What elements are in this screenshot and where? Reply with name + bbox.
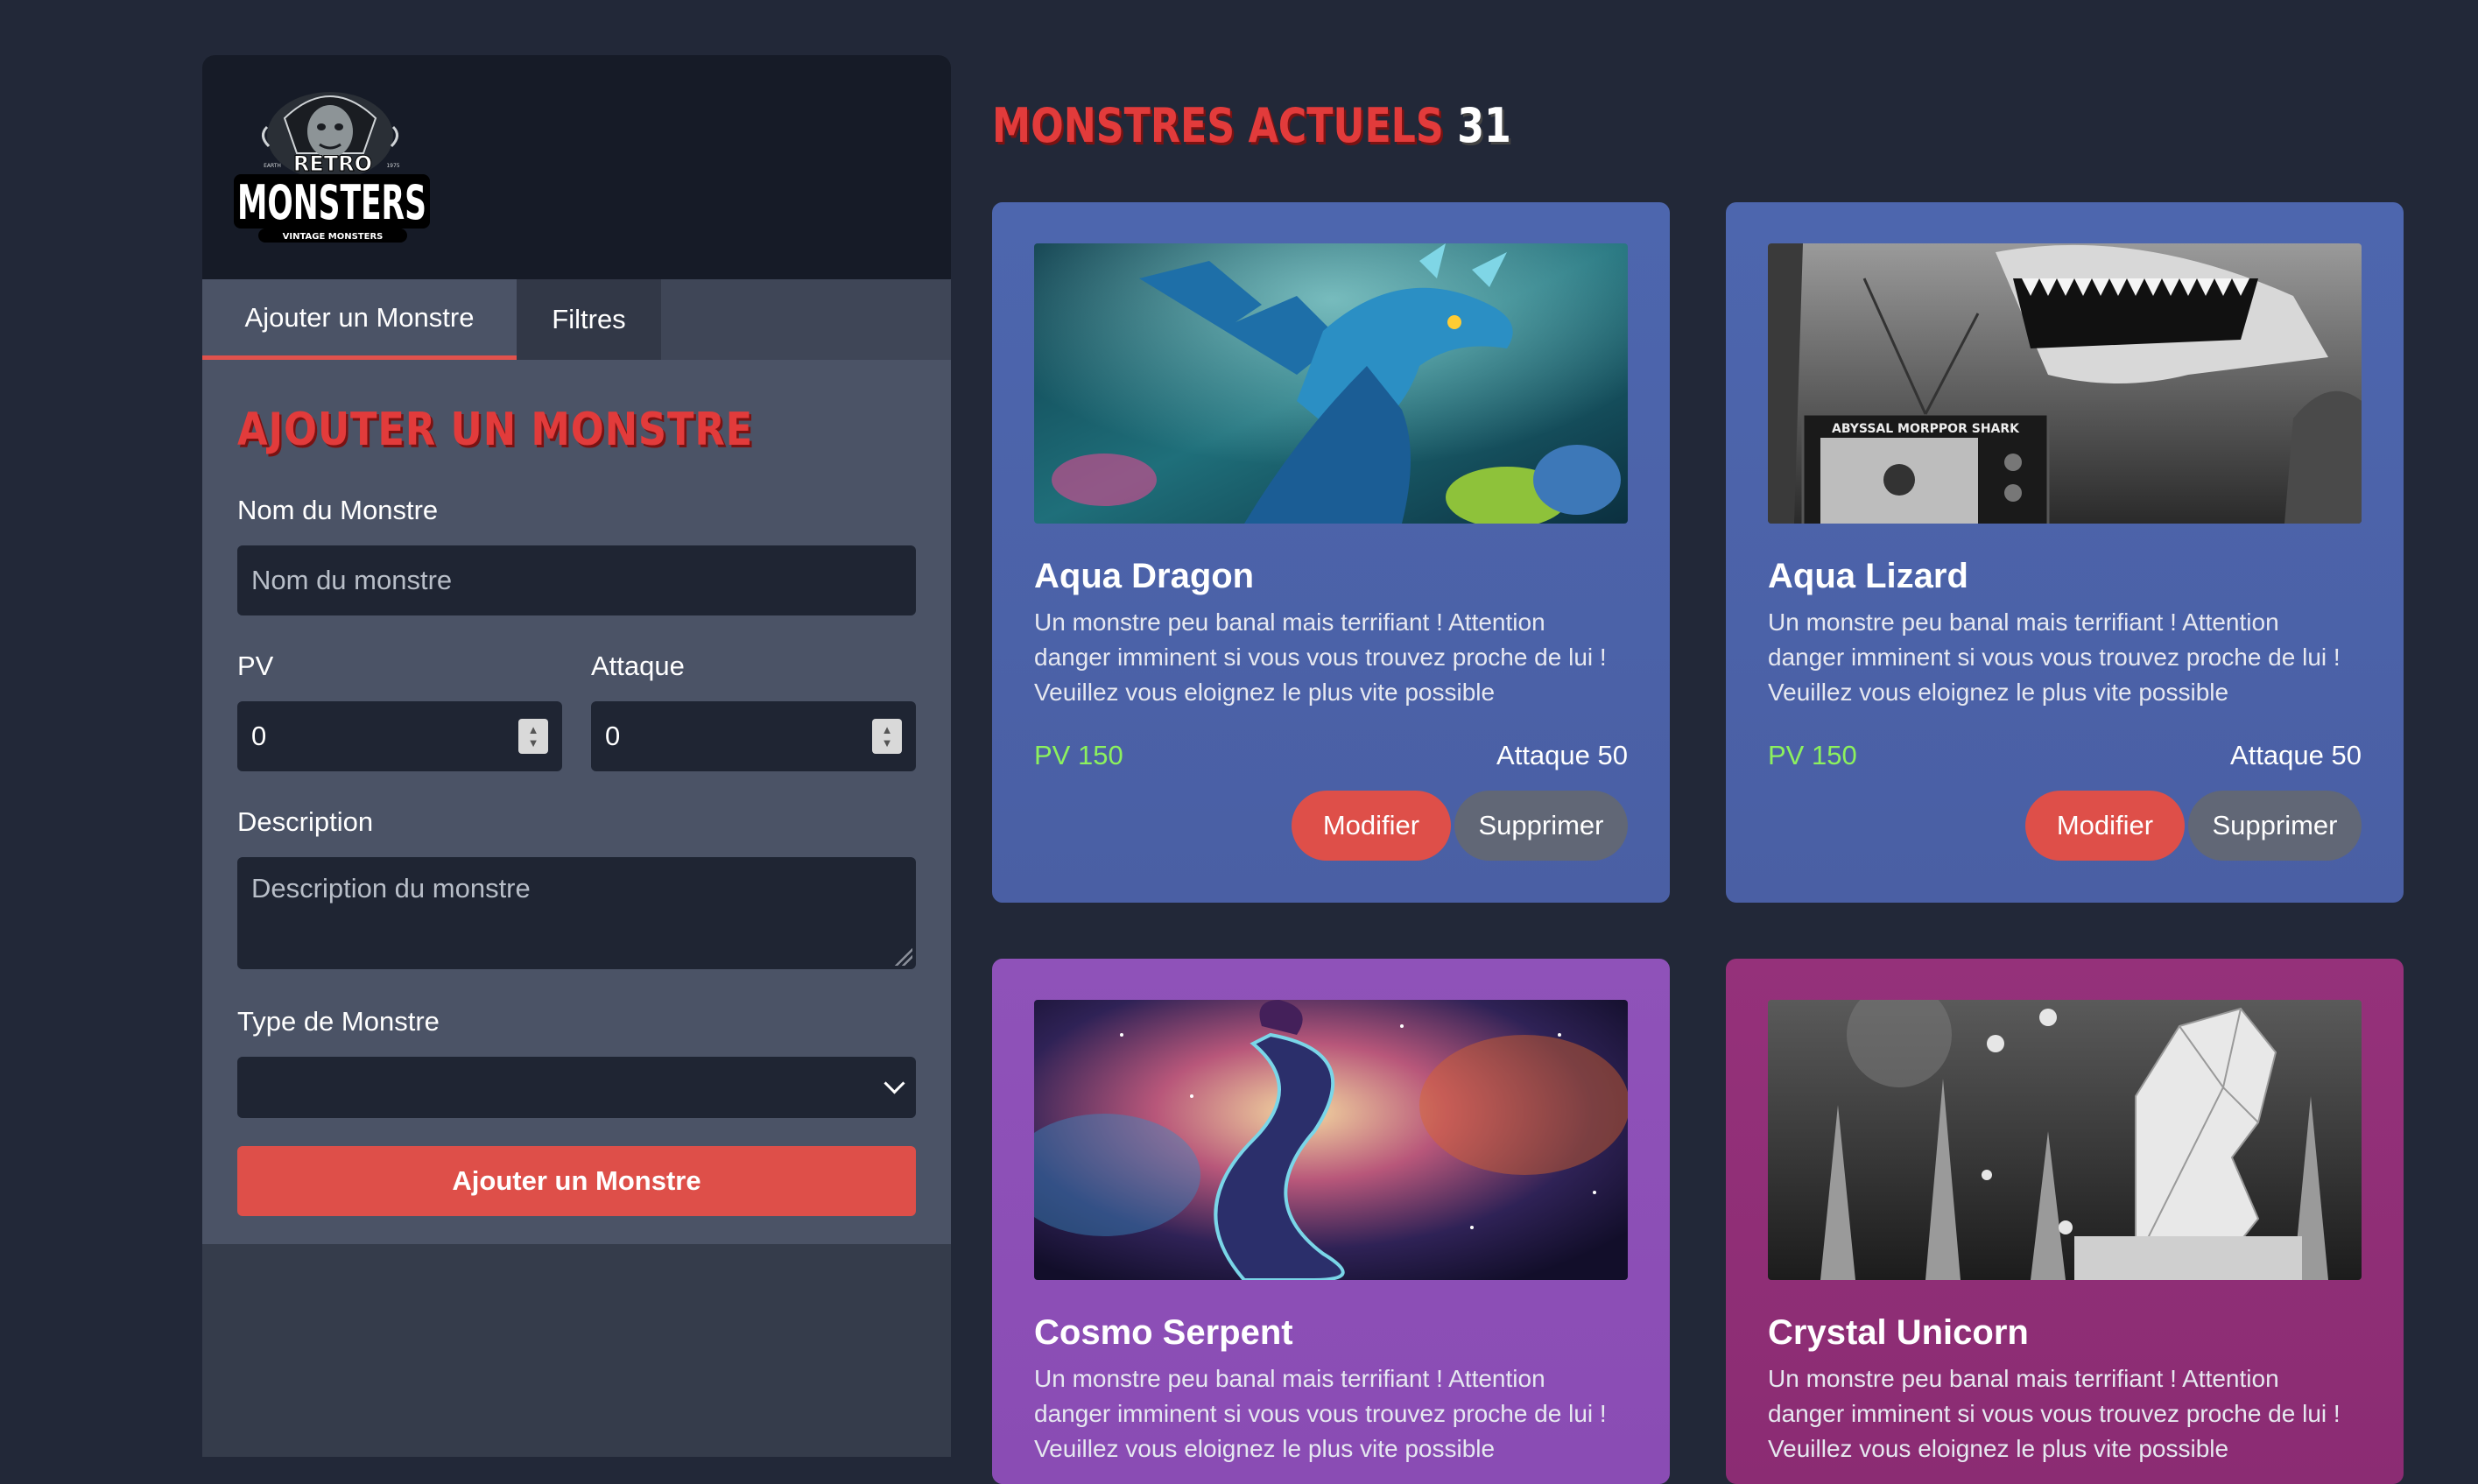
attack-input[interactable]: 0 ▲ ▼ (591, 701, 916, 771)
monster-name: Cosmo Serpent (1034, 1313, 1293, 1352)
sidebar: RETRO EARTH 1975 MONSTERS VINTAGE MONSTE… (202, 55, 951, 1457)
pv-value: 0 (251, 721, 267, 751)
chevron-down-icon (883, 1073, 905, 1094)
monster-type-select[interactable] (237, 1057, 916, 1118)
tv-screen-text: ABYSSAL MORPPOR SHARK (1832, 422, 2020, 436)
delete-button[interactable]: Supprimer (1454, 791, 1628, 861)
monster-name: Aqua Dragon (1034, 557, 1255, 595)
monster-count: 31 (1457, 98, 1511, 153)
monster-image (1768, 1000, 2362, 1280)
delete-button[interactable]: Supprimer (2188, 791, 2362, 861)
monster-name-placeholder: Nom du monstre (251, 565, 453, 595)
attack-label: Attaque (591, 651, 685, 681)
spin-down-icon[interactable]: ▼ (528, 736, 539, 749)
monster-image: ABYSSAL MORPPOR SHARK (1768, 243, 2362, 524)
attack-column: Attaque 0 ▲ ▼ (591, 651, 916, 771)
monster-stats: PV 150 Attaque 50 (1768, 740, 2362, 771)
monster-stats: PV 150 Attaque 50 (1034, 740, 1628, 771)
name-label: Nom du Monstre (237, 495, 439, 525)
attack-spinner[interactable]: ▲ ▼ (872, 719, 902, 754)
monster-description: Un monstre peu banal mais terrifiant ! A… (1034, 608, 1607, 706)
monster-card: Aqua Dragon Un monstre peu banal mais te… (992, 202, 1670, 903)
resize-handle-icon[interactable] (895, 948, 912, 966)
card-actions: Modifier Supprimer (1768, 791, 2362, 861)
add-monster-button[interactable]: Ajouter un Monstre (237, 1146, 916, 1216)
logo-area: RETRO EARTH 1975 MONSTERS VINTAGE MONSTE… (202, 55, 951, 279)
logo-left-small: EARTH (264, 163, 281, 169)
attack-value: 0 (605, 721, 621, 751)
crystal-unicorn-image (1768, 1000, 2362, 1280)
card-actions: Modifier Supprimer (1034, 791, 1628, 861)
monster-image (1034, 1000, 1628, 1280)
spin-up-icon[interactable]: ▲ (528, 723, 539, 736)
form-title: Ajouter un Monstre (237, 404, 754, 456)
description-placeholder: Description du monstre (251, 873, 531, 904)
tab-ajouter-monstre-label: Ajouter un Monstre (244, 301, 475, 333)
monster-attack: Attaque 50 (1496, 740, 1628, 770)
spin-down-icon[interactable]: ▼ (882, 736, 893, 749)
monster-card: Cosmo Serpent Un monstre peu banal mais … (992, 959, 1670, 1484)
tab-filtres-label: Filtres (552, 304, 626, 334)
monster-pv: PV 150 (1768, 740, 1857, 770)
cosmo-serpent-image (1034, 1000, 1628, 1280)
monster-name-input[interactable]: Nom du monstre (237, 545, 916, 615)
pv-spinner[interactable]: ▲ ▼ (518, 719, 548, 754)
add-monster-form: Ajouter un Monstre Nom du Monstre Nom du… (202, 360, 951, 1244)
monster-description: Un monstre peu banal mais terrifiant ! A… (1768, 1365, 2341, 1462)
monster-description: Un monstre peu banal mais terrifiant ! A… (1768, 608, 2341, 706)
tab-filtres[interactable]: Filtres (517, 279, 661, 360)
logo-sub-text: VINTAGE MONSTERS (283, 232, 384, 242)
edit-button[interactable]: Modifier (2025, 791, 2185, 861)
page-title-text: Monstres actuels (992, 98, 1444, 153)
stats-row: PV 0 ▲ ▼ Attaque 0 ▲ ▼ (237, 651, 916, 771)
pv-label: PV (237, 651, 274, 681)
monster-name: Crystal Unicorn (1768, 1313, 2029, 1352)
logo-top-text: RETRO (293, 151, 372, 176)
tab-ajouter-monstre[interactable]: Ajouter un Monstre (202, 279, 517, 360)
aqua-dragon-image (1034, 243, 1628, 524)
logo-main-text: MONSTERS (237, 175, 426, 230)
sidebar-tabs: Ajouter un Monstre Filtres (202, 279, 951, 360)
description-label: Description (237, 806, 374, 837)
aqua-lizard-image: ABYSSAL MORPPOR SHARK (1768, 243, 2362, 524)
pv-column: PV 0 ▲ ▼ (237, 651, 562, 771)
monster-description: Un monstre peu banal mais terrifiant ! A… (1034, 1365, 1607, 1462)
type-label: Type de Monstre (237, 1006, 440, 1037)
monster-name: Aqua Lizard (1768, 557, 1968, 595)
pv-input[interactable]: 0 ▲ ▼ (237, 701, 562, 771)
monster-card: ABYSSAL MORPPOR SHARK Aqua Lizard Un mon… (1726, 202, 2404, 903)
monster-image (1034, 243, 1628, 524)
monster-attack: Attaque 50 (2230, 740, 2362, 770)
spin-up-icon[interactable]: ▲ (882, 723, 893, 736)
edit-button[interactable]: Modifier (1292, 791, 1451, 861)
page-title: Monstres actuels 31 (992, 98, 1511, 153)
logo-right-small: 1975 (386, 163, 399, 169)
description-textarea[interactable]: Description du monstre (237, 857, 916, 969)
retro-monsters-logo[interactable]: RETRO EARTH 1975 MONSTERS VINTAGE MONSTE… (232, 83, 433, 250)
monster-card: Crystal Unicorn Un monstre peu banal mai… (1726, 959, 2404, 1484)
monster-pv: PV 150 (1034, 740, 1123, 770)
